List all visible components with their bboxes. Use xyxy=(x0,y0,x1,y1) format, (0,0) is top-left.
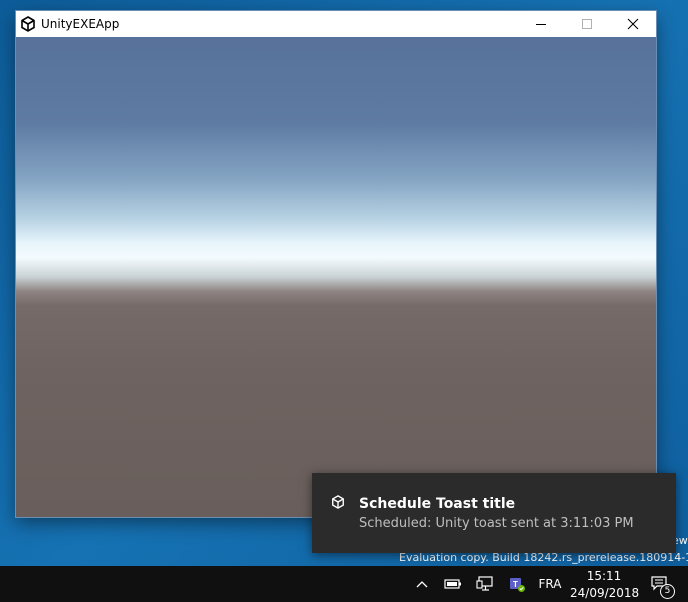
toast-notification[interactable]: Schedule Toast title Scheduled: Unity to… xyxy=(312,473,676,553)
network-icon xyxy=(476,576,493,591)
unity-logo-icon xyxy=(21,16,35,32)
unity-logo-icon xyxy=(332,495,344,509)
title-bar[interactable]: UnityEXEApp xyxy=(16,11,656,37)
maximize-icon xyxy=(582,19,592,29)
evaluation-watermark: Evaluation copy. Build 18242.rs_prerelea… xyxy=(399,551,688,564)
action-center-button[interactable]: 5 xyxy=(646,566,676,602)
teams-icon: T xyxy=(510,578,525,592)
clock-time: 15:11 xyxy=(586,569,622,583)
show-hidden-icons-button[interactable] xyxy=(410,566,434,602)
clock-date: 24/09/2018 xyxy=(570,586,640,600)
app-window[interactable]: UnityEXEApp xyxy=(16,11,656,517)
toast-body: Scheduled: Unity toast sent at 3:11:03 P… xyxy=(359,516,634,531)
network-button[interactable] xyxy=(472,566,498,602)
svg-text:T: T xyxy=(513,580,518,589)
minimize-icon xyxy=(536,24,546,25)
clock-button[interactable]: 15:11 24/09/2018 xyxy=(570,566,640,602)
taskbar: T FRA 15:11 24/09/2018 5 xyxy=(0,566,688,602)
game-viewport[interactable] xyxy=(16,37,656,517)
close-icon xyxy=(627,18,639,30)
teams-button[interactable]: T xyxy=(504,566,530,602)
battery-icon xyxy=(444,579,461,589)
maximize-button[interactable] xyxy=(564,11,610,37)
notification-count-badge: 5 xyxy=(660,584,675,599)
battery-button[interactable] xyxy=(440,566,466,602)
chevron-up-icon xyxy=(416,581,428,588)
input-language-button[interactable]: FRA xyxy=(535,566,565,602)
window-title: UnityEXEApp xyxy=(41,17,120,31)
minimize-button[interactable] xyxy=(518,11,564,37)
close-button[interactable] xyxy=(610,11,656,37)
toast-title: Schedule Toast title xyxy=(359,496,516,512)
